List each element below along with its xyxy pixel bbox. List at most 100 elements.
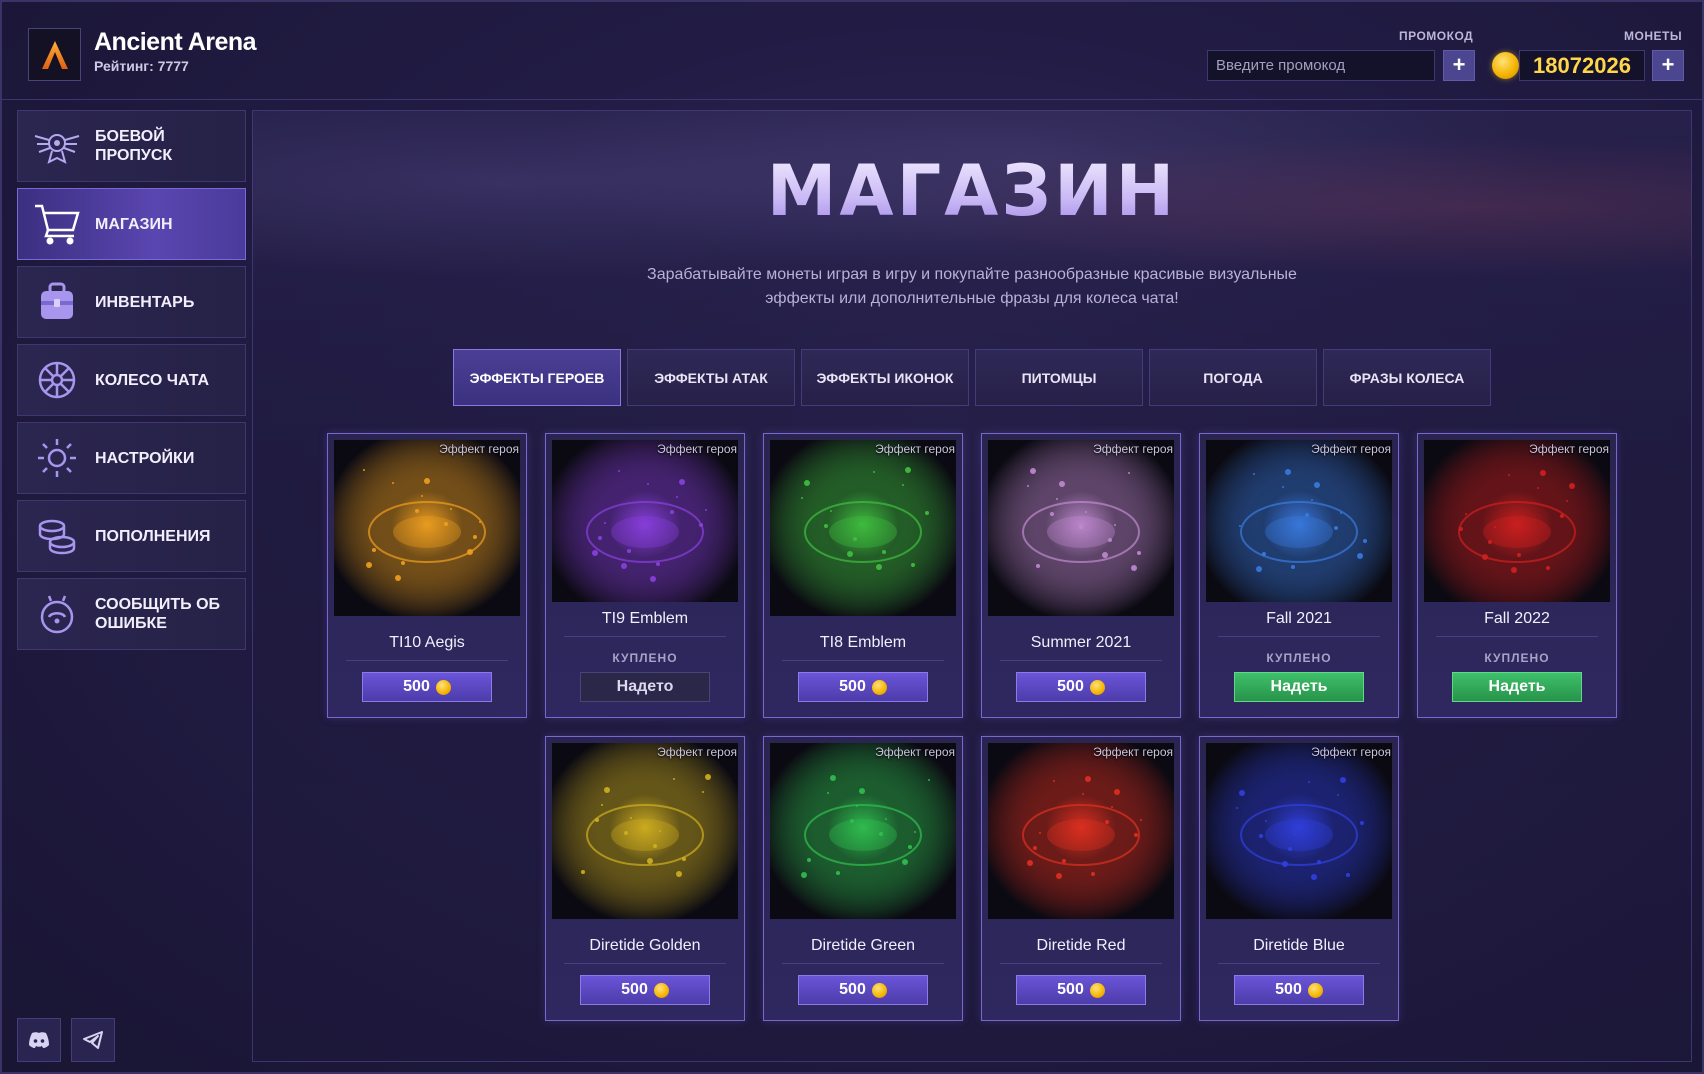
item-name: Fall 2022 [1484, 610, 1550, 627]
sidebar-item-shop[interactable]: Магазин [17, 188, 246, 260]
item-card-ti10-aegis[interactable]: Эффект героя TI10 Aegis 500 [327, 433, 527, 718]
card-divider [1218, 963, 1380, 964]
gear-icon [28, 422, 86, 494]
buy-button[interactable]: 500 [1016, 672, 1146, 702]
coin-icon [1089, 982, 1105, 998]
apply-promo-button[interactable]: + [1443, 50, 1475, 81]
sidebar-item-battle-pass[interactable]: Боевой пропуск [17, 110, 246, 182]
bought-status: КУПЛЕНО [1266, 651, 1332, 665]
item-type-tag: Эффект героя [1093, 442, 1173, 456]
item-type-tag: Эффект героя [1093, 745, 1173, 759]
item-card-diretide-blue[interactable]: Эффект героя Diretide Blue 500 [1199, 736, 1399, 1021]
sidebar-item-label: Инвентарь [95, 293, 195, 311]
item-type-tag: Эффект героя [1311, 442, 1391, 456]
tab-pets[interactable]: Питомцы [975, 349, 1143, 406]
tab-hero-effects[interactable]: Эффекты героев [453, 349, 621, 406]
cart-icon [28, 188, 86, 260]
report-icon [28, 578, 86, 650]
coin-icon [1492, 52, 1519, 79]
promo-input[interactable] [1207, 50, 1435, 81]
equip-button[interactable]: Надеть [1234, 672, 1364, 702]
item-preview-image [1206, 743, 1392, 919]
tab-wheel-phrases[interactable]: Фразы колеса [1323, 349, 1491, 406]
item-preview-image [770, 743, 956, 919]
promo-label: ПРОМОКОД [1399, 29, 1474, 43]
item-preview-image [1206, 440, 1392, 602]
card-divider [1000, 660, 1162, 661]
coin-icon [435, 679, 451, 695]
rating-text: Рейтинг: 7777 [94, 58, 189, 74]
buy-button[interactable]: 500 [580, 975, 710, 1005]
telegram-icon [83, 1031, 103, 1049]
app-window: Ancient Arena Рейтинг: 7777 ПРОМОКОД + М… [0, 0, 1704, 1074]
item-type-tag: Эффект героя [875, 745, 955, 759]
item-card-fall-2022[interactable]: Эффект героя Fall 2022 КУПЛЕНО Надеть [1417, 433, 1617, 718]
buy-button[interactable]: 500 [798, 672, 928, 702]
coins-balance: 18072026 [1519, 50, 1645, 81]
item-name: TI10 Aegis [389, 634, 465, 651]
item-card-diretide-red[interactable]: Эффект героя Diretide Red 500 [981, 736, 1181, 1021]
brand-title: Ancient Arena [94, 28, 257, 56]
battle-pass-icon [28, 110, 86, 182]
card-divider [782, 963, 944, 964]
add-coins-button[interactable]: + [1652, 50, 1684, 81]
item-type-tag: Эффект героя [657, 442, 737, 456]
sidebar-item-topup[interactable]: Пополнения [17, 500, 246, 572]
sidebar-item-report-bug[interactable]: Сообщить об ошибке [17, 578, 246, 650]
page-subtitle: Зарабатывайте монеты играя в игру и поку… [647, 266, 1297, 307]
coin-icon [1089, 679, 1105, 695]
coin-icon [653, 982, 669, 998]
item-name: Diretide Red [1036, 937, 1126, 954]
price-value: 500 [403, 678, 430, 695]
buy-button[interactable]: 500 [362, 672, 492, 702]
coins-stack-icon [28, 500, 86, 572]
buy-button[interactable]: 500 [1234, 975, 1364, 1005]
discord-button[interactable] [17, 1018, 61, 1062]
sidebar-item-settings[interactable]: Настройки [17, 422, 246, 494]
coins-label: МОНЕТЫ [1624, 29, 1683, 43]
price-value: 500 [1275, 981, 1302, 998]
coin-icon [1307, 982, 1323, 998]
telegram-button[interactable] [71, 1018, 115, 1062]
logo-icon [41, 40, 68, 69]
equip-button[interactable]: Надеть [1452, 672, 1582, 702]
item-card-diretide-green[interactable]: Эффект героя Diretide Green 500 [763, 736, 963, 1021]
discord-icon [29, 1032, 49, 1048]
item-preview-image [1424, 440, 1610, 602]
equipped-button[interactable]: Надето [580, 672, 710, 702]
buy-button[interactable]: 500 [798, 975, 928, 1005]
sidebar-item-inventory[interactable]: Инвентарь [17, 266, 246, 338]
app-logo [28, 28, 81, 81]
item-card-ti8-emblem[interactable]: Эффект героя TI8 Emblem 500 [763, 433, 963, 718]
item-card-diretide-golden[interactable]: Эффект героя Diretide Golden 500 [545, 736, 745, 1021]
card-divider [1218, 636, 1380, 637]
item-name: Diretide Green [810, 937, 916, 954]
sidebar-item-label: Сообщить об ошибке [95, 596, 221, 632]
item-name: TI8 Emblem [819, 634, 907, 651]
item-preview-image [552, 743, 738, 919]
sidebar-item-chat-wheel[interactable]: Колесо чата [17, 344, 246, 416]
item-name: Summer 2021 [1030, 634, 1132, 651]
price-value: 500 [1057, 678, 1084, 695]
item-preview-image [988, 440, 1174, 616]
card-divider [564, 963, 726, 964]
top-header: Ancient Arena Рейтинг: 7777 ПРОМОКОД + М… [2, 2, 1702, 100]
item-type-tag: Эффект героя [1529, 442, 1609, 456]
card-divider [564, 636, 726, 637]
item-type-tag: Эффект героя [439, 442, 519, 456]
sidebar-item-label: Боевой пропуск [95, 128, 173, 164]
tab-icon-effects[interactable]: Эффекты иконок [801, 349, 969, 406]
item-card-fall-2021[interactable]: Эффект героя Fall 2021 КУПЛЕНО Надеть [1199, 433, 1399, 718]
tab-weather[interactable]: Погода [1149, 349, 1317, 406]
item-card-summer-2021[interactable]: Эффект героя Summer 2021 500 [981, 433, 1181, 718]
price-value: 500 [621, 981, 648, 998]
item-name: Diretide Blue [1253, 937, 1345, 954]
item-name: TI9 Emblem [601, 610, 689, 627]
tab-attack-effects[interactable]: Эффекты атак [627, 349, 795, 406]
buy-button[interactable]: 500 [1016, 975, 1146, 1005]
item-preview-image [334, 440, 520, 616]
coin-icon [871, 982, 887, 998]
card-divider [1000, 963, 1162, 964]
item-card-ti9-emblem[interactable]: Эффект героя TI9 Emblem КУПЛЕНО Надето [545, 433, 745, 718]
price-value: 500 [1057, 981, 1084, 998]
